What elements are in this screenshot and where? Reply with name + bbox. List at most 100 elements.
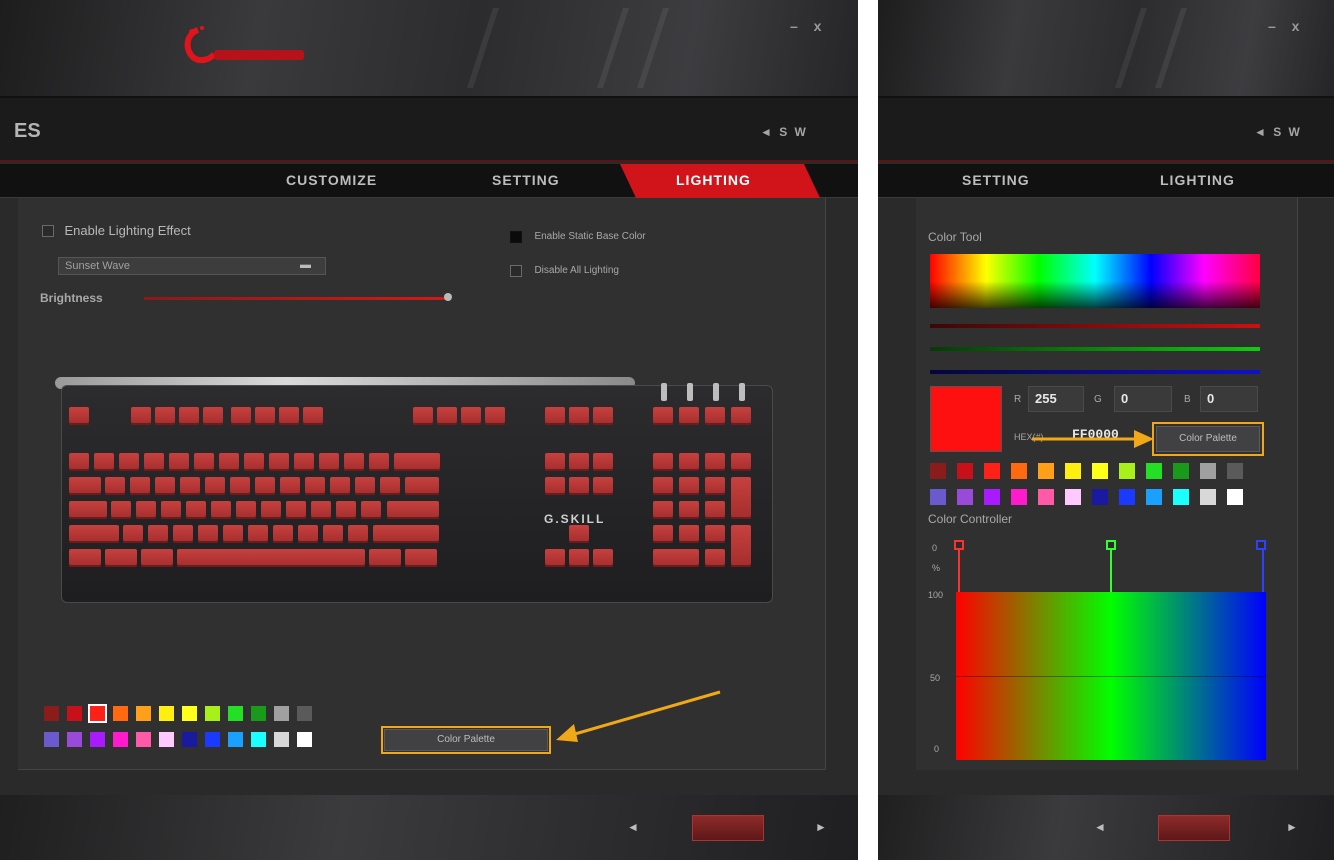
enable-lighting-checkbox[interactable]: [42, 224, 54, 237]
color-swatch[interactable]: [113, 706, 128, 721]
color-swatch[interactable]: [251, 706, 266, 721]
keyboard-key[interactable]: [731, 477, 751, 519]
keyboard-key[interactable]: [148, 525, 168, 543]
keyboard-key[interactable]: [569, 477, 589, 495]
keyboard-key[interactable]: [336, 501, 356, 519]
media-key[interactable]: [687, 383, 693, 401]
keyboard-key[interactable]: [177, 549, 365, 567]
keyboard-key[interactable]: [255, 477, 275, 495]
keyboard-key[interactable]: [105, 477, 125, 495]
keyboard-key[interactable]: [255, 407, 275, 425]
color-swatch[interactable]: [957, 463, 973, 479]
red-slider[interactable]: [930, 324, 1260, 328]
keyboard-key[interactable]: [461, 407, 481, 425]
keyboard-key[interactable]: [244, 453, 264, 471]
color-swatch[interactable]: [957, 489, 973, 505]
window-controls[interactable]: – x: [1268, 18, 1305, 34]
color-swatch[interactable]: [67, 706, 82, 721]
keyboard-key[interactable]: [593, 407, 613, 425]
color-swatch[interactable]: [984, 489, 1000, 505]
keyboard-key[interactable]: [323, 525, 343, 543]
color-swatch[interactable]: [159, 706, 174, 721]
color-swatch[interactable]: [88, 704, 107, 723]
tab-lighting[interactable]: LIGHTING: [676, 172, 751, 188]
color-swatch[interactable]: [1200, 463, 1216, 479]
keyboard-key[interactable]: [130, 477, 150, 495]
keyboard-key[interactable]: [180, 477, 200, 495]
keyboard-key[interactable]: [545, 453, 565, 471]
color-swatch[interactable]: [205, 706, 220, 721]
color-swatch[interactable]: [182, 732, 197, 747]
green-slider[interactable]: [930, 347, 1260, 351]
brightness-slider[interactable]: [144, 297, 446, 300]
tab-lighting[interactable]: LIGHTING: [1160, 172, 1235, 188]
keyboard-key[interactable]: [731, 453, 751, 471]
keyboard-key[interactable]: [69, 501, 107, 519]
keyboard-key[interactable]: [280, 477, 300, 495]
color-swatch[interactable]: [274, 732, 289, 747]
keyboard-key[interactable]: [593, 477, 613, 495]
red-marker-handle[interactable]: [954, 540, 964, 550]
keyboard-key[interactable]: [369, 453, 389, 471]
keyboard-key[interactable]: [545, 407, 565, 425]
color-swatch[interactable]: [182, 706, 197, 721]
color-swatch[interactable]: [1038, 489, 1054, 505]
keyboard-key[interactable]: [569, 453, 589, 471]
color-swatch[interactable]: [1200, 489, 1216, 505]
keyboard-key[interactable]: [203, 407, 223, 425]
keyboard-key[interactable]: [105, 549, 137, 567]
g-value-field[interactable]: 0: [1114, 386, 1172, 412]
keyboard-key[interactable]: [330, 477, 350, 495]
keyboard-key[interactable]: [653, 407, 673, 425]
color-swatch[interactable]: [251, 732, 266, 747]
keyboard-key[interactable]: [198, 525, 218, 543]
next-arrow-icon[interactable]: ►: [815, 820, 827, 834]
color-swatch[interactable]: [930, 463, 946, 479]
color-swatch[interactable]: [1227, 463, 1243, 479]
keyboard-key[interactable]: [69, 407, 89, 425]
keyboard-key[interactable]: [155, 477, 175, 495]
keyboard-key[interactable]: [593, 453, 613, 471]
profile-navigation[interactable]: ◄ S W: [1254, 125, 1302, 139]
media-key[interactable]: [739, 383, 745, 401]
tab-setting[interactable]: SETTING: [492, 172, 560, 188]
color-swatch[interactable]: [1011, 463, 1027, 479]
keyboard-key[interactable]: [231, 407, 251, 425]
color-swatch[interactable]: [159, 732, 174, 747]
keyboard-key[interactable]: [653, 453, 673, 471]
keyboard-key[interactable]: [205, 477, 225, 495]
keyboard-key[interactable]: [679, 525, 699, 543]
keyboard-key[interactable]: [155, 407, 175, 425]
effect-dropdown[interactable]: Sunset Wave ▬: [58, 257, 326, 275]
color-swatch[interactable]: [67, 732, 82, 747]
color-swatch[interactable]: [1173, 463, 1189, 479]
keyboard-key[interactable]: [705, 525, 725, 543]
keyboard-key[interactable]: [223, 525, 243, 543]
keyboard-key[interactable]: [413, 407, 433, 425]
color-swatch[interactable]: [930, 489, 946, 505]
color-swatch[interactable]: [984, 463, 1000, 479]
keyboard-key[interactable]: [731, 407, 751, 425]
keyboard-key[interactable]: [705, 407, 725, 425]
keyboard-key[interactable]: [545, 549, 565, 567]
keyboard-key[interactable]: [194, 453, 214, 471]
keyboard-key[interactable]: [248, 525, 268, 543]
keyboard-key[interactable]: [211, 501, 231, 519]
keyboard-key[interactable]: [286, 501, 306, 519]
color-swatch[interactable]: [1173, 489, 1189, 505]
prev-arrow-icon[interactable]: ◄: [627, 820, 639, 834]
keyboard-key[interactable]: [705, 501, 725, 519]
keyboard-key[interactable]: [387, 501, 439, 519]
keyboard-key[interactable]: [279, 407, 299, 425]
keyboard-key[interactable]: [236, 501, 256, 519]
keyboard-key[interactable]: [273, 525, 293, 543]
disable-all-option[interactable]: Disable All Lighting: [510, 262, 619, 280]
keyboard-key[interactable]: [94, 453, 114, 471]
keyboard-key[interactable]: [361, 501, 381, 519]
keyboard-key[interactable]: [485, 407, 505, 425]
keyboard-key[interactable]: [394, 453, 440, 471]
keyboard-key[interactable]: [653, 525, 673, 543]
color-swatch[interactable]: [228, 732, 243, 747]
keyboard-key[interactable]: [303, 407, 323, 425]
keyboard-key[interactable]: [653, 549, 699, 567]
